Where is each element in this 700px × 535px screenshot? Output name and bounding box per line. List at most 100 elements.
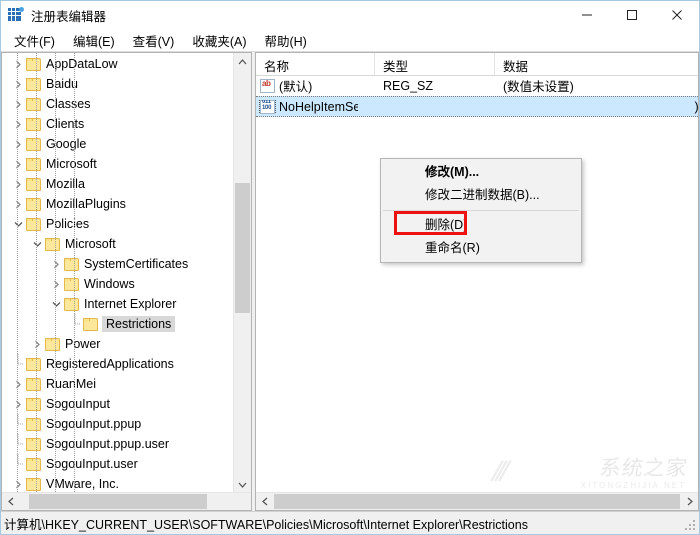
- context-delete[interactable]: 删除(D): [381, 211, 581, 237]
- values-list[interactable]: (默认) REG_SZ (数值未设置) NoHelpItemSe...): [256, 75, 698, 493]
- chevron-right-icon[interactable]: [10, 394, 26, 414]
- context-modify-binary[interactable]: 修改二进制数据(B)...: [381, 184, 581, 207]
- value-name-label: (默认): [279, 80, 313, 94]
- values-hscroll-thumb[interactable]: [274, 494, 680, 509]
- tree-item-label: SogouInput.ppup: [46, 417, 142, 431]
- chevron-right-icon[interactable]: [10, 174, 26, 194]
- folder-icon: [26, 477, 41, 491]
- value-name-cell: NoHelpItemSe...: [256, 99, 358, 114]
- tree-item-label: Windows: [84, 277, 135, 291]
- tree-scroll-up-icon[interactable]: [234, 53, 251, 70]
- menu-edit[interactable]: 编辑(E): [64, 29, 124, 52]
- chevron-right-icon[interactable]: [10, 474, 26, 493]
- chevron-right-icon[interactable]: [10, 194, 26, 214]
- tree-item-label: Mozilla: [46, 177, 85, 191]
- context-menu-label: 重命名(R): [425, 241, 480, 255]
- chevron-right-icon[interactable]: [10, 114, 26, 134]
- values-horizontal-scrollbar[interactable]: [256, 492, 698, 510]
- tree-item-label: SystemCertificates: [84, 257, 189, 271]
- folder-icon: [26, 357, 41, 371]
- context-rename[interactable]: 重命名(R): [381, 237, 581, 260]
- tree-indent-guide: [17, 53, 18, 493]
- close-button[interactable]: [654, 1, 699, 29]
- folder-icon: [26, 417, 41, 431]
- tree-connector: [10, 434, 26, 454]
- folder-icon: [26, 57, 41, 71]
- folder-icon: [26, 177, 41, 191]
- folder-icon: [64, 257, 79, 271]
- chevron-right-icon[interactable]: [48, 274, 64, 294]
- menu-view[interactable]: 查看(V): [124, 29, 184, 52]
- menu-file[interactable]: 文件(F): [5, 29, 64, 52]
- tree-connector: [10, 354, 26, 374]
- registry-tree-pane: AppDataLow Baidu Classes Clients Google Micro…: [1, 52, 252, 511]
- title-bar: 注册表编辑器: [1, 1, 699, 29]
- menu-help[interactable]: 帮助(H): [255, 29, 315, 52]
- context-modify[interactable]: 修改(M)...: [381, 161, 581, 184]
- chevron-right-icon[interactable]: [10, 94, 26, 114]
- table-row[interactable]: (默认) REG_SZ (数值未设置): [256, 75, 698, 96]
- tree-horizontal-scrollbar[interactable]: [2, 492, 251, 510]
- window-title: 注册表编辑器: [31, 9, 107, 24]
- tree-scroll-thumb[interactable]: [235, 183, 250, 313]
- tree-item-label: Microsoft: [65, 237, 116, 251]
- status-path: 计算机\HKEY_CURRENT_USER\SOFTWARE\Policies\…: [4, 517, 528, 532]
- chevron-right-icon[interactable]: [10, 74, 26, 94]
- value-name-cell: (默认): [256, 76, 375, 95]
- chevron-down-icon[interactable]: [48, 294, 64, 314]
- tree-connector: [10, 454, 26, 474]
- value-data-cell: ): [461, 100, 698, 114]
- registry-editor-icon: [8, 7, 24, 23]
- chevron-right-icon[interactable]: [10, 374, 26, 394]
- chevron-right-icon[interactable]: [48, 254, 64, 274]
- tree-connector: [10, 414, 26, 434]
- folder-icon: [45, 237, 60, 251]
- tree-item-label: VMware, Inc.: [46, 477, 119, 491]
- values-scroll-left-icon[interactable]: [256, 493, 273, 510]
- chevron-down-icon[interactable]: [29, 234, 45, 254]
- tree-item-label: MozillaPlugins: [46, 197, 126, 211]
- column-name[interactable]: 名称: [256, 53, 375, 75]
- tree-item-label: Policies: [46, 217, 90, 231]
- tree-connector: [67, 314, 83, 334]
- value-type-cell: REG_SZ: [383, 78, 434, 93]
- column-data[interactable]: 数据: [495, 53, 698, 75]
- tree-item-label: SogouInput.user: [46, 457, 138, 471]
- value-context-menu[interactable]: 修改(M)... 修改二进制数据(B)... 删除(D) 重命名(R): [380, 158, 582, 263]
- minimize-button[interactable]: [564, 1, 609, 29]
- tree-scroll-left-icon[interactable]: [2, 493, 19, 510]
- maximize-button[interactable]: [609, 1, 654, 29]
- value-name-label: NoHelpItemSe...: [279, 99, 358, 114]
- chevron-right-icon[interactable]: [29, 334, 45, 354]
- context-menu-label: 修改二进制数据(B)...: [425, 188, 540, 202]
- tree-scroll-down-icon[interactable]: [234, 476, 251, 493]
- values-column-header: 名称 类型 数据: [256, 53, 698, 76]
- registry-tree[interactable]: AppDataLow Baidu Classes Clients Google Micro…: [2, 53, 234, 493]
- context-menu-separator: [383, 210, 579, 211]
- tree-item-label: RegisteredApplications: [46, 357, 174, 371]
- tree-item-label: SogouInput.ppup.user: [46, 437, 170, 451]
- chevron-down-icon[interactable]: [10, 214, 26, 234]
- tree-vertical-scrollbar[interactable]: [233, 53, 251, 493]
- resize-grip[interactable]: [685, 520, 697, 532]
- tree-item-label: Classes: [46, 97, 91, 111]
- main-content: AppDataLow Baidu Classes Clients Google Micro…: [1, 52, 699, 511]
- folder-icon: [26, 117, 41, 131]
- folder-icon: [26, 377, 41, 391]
- tree-item-label: Power: [65, 337, 101, 351]
- folder-icon: [64, 297, 79, 311]
- folder-icon: [26, 197, 41, 211]
- tree-item-label: Restrictions: [102, 316, 176, 332]
- menu-favorites[interactable]: 收藏夹(A): [183, 29, 255, 52]
- table-row[interactable]: NoHelpItemSe...): [256, 96, 698, 117]
- values-scroll-right-icon[interactable]: [681, 493, 698, 510]
- column-type[interactable]: 类型: [375, 53, 495, 75]
- context-menu-label: 修改(M)...: [425, 165, 480, 179]
- folder-icon: [26, 217, 41, 231]
- chevron-right-icon[interactable]: [10, 54, 26, 74]
- chevron-right-icon[interactable]: [10, 134, 26, 154]
- status-bar: 计算机\HKEY_CURRENT_USER\SOFTWARE\Policies\…: [1, 511, 699, 534]
- chevron-right-icon[interactable]: [10, 154, 26, 174]
- tree-hscroll-thumb[interactable]: [29, 494, 207, 509]
- folder-icon: [45, 337, 60, 351]
